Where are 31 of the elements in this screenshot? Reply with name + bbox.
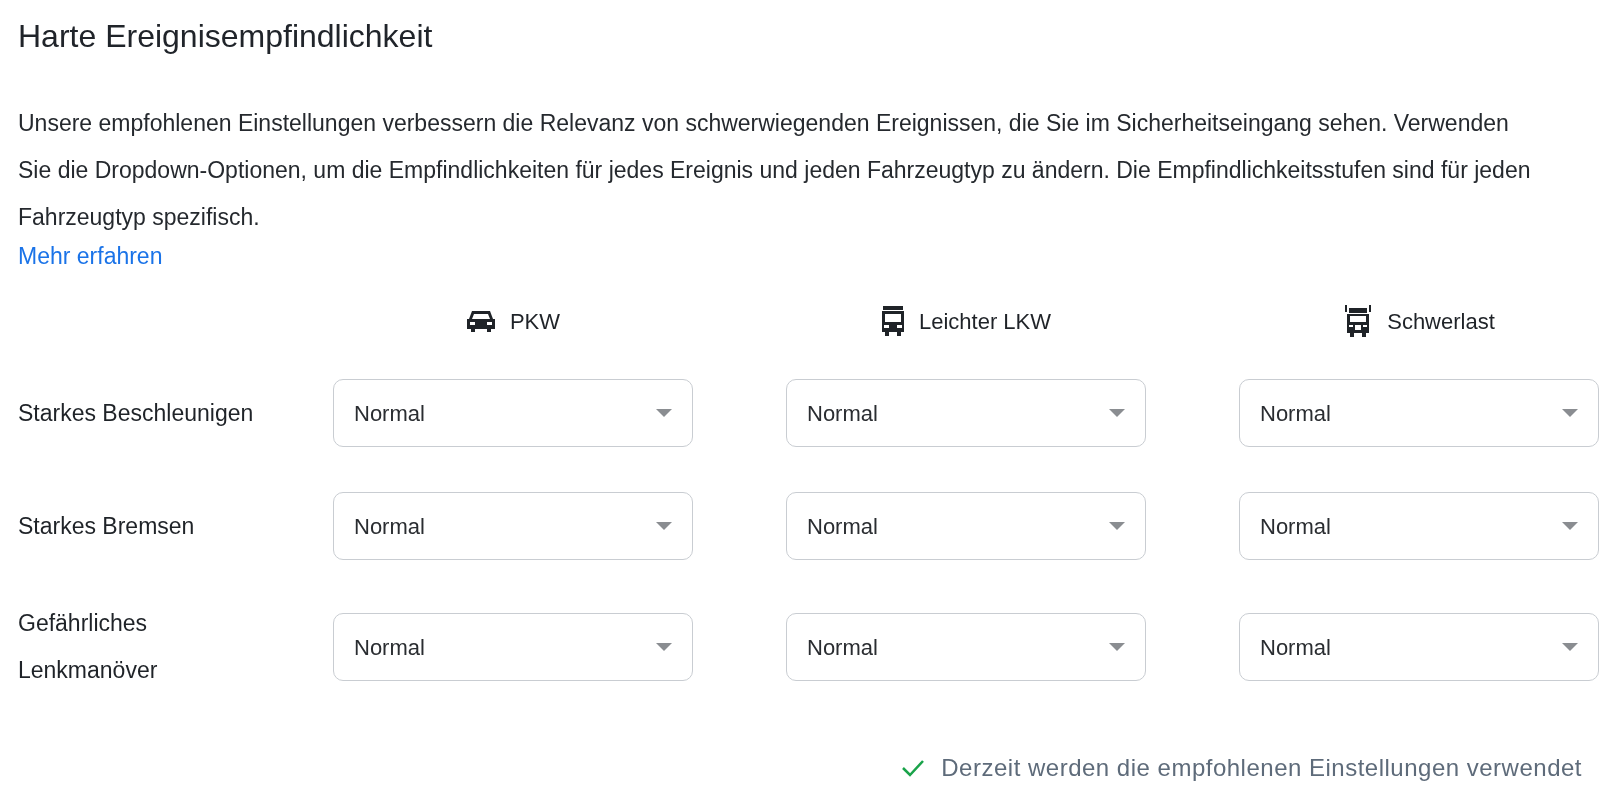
truck-icon [1343,305,1374,337]
caret-icon [1109,643,1125,651]
sensitivity-dropdown[interactable]: Normal [333,613,693,681]
sensitivity-dropdown[interactable]: Normal [333,492,693,560]
caret-icon [1562,522,1578,530]
caret-icon [656,643,672,651]
column-header: Leichter LKW [918,307,1052,336]
van-icon [880,305,905,337]
caret-icon [656,522,672,530]
car-icon [465,309,496,333]
column-header: Schwerlast [1387,307,1495,336]
row-label: Gefährliches Lenkmanöver [18,609,159,685]
sensitivity-dropdown[interactable]: Normal [1239,379,1599,447]
caret-icon [656,409,672,417]
section-title: Harte Ereignisempfindlichkeit [18,17,433,56]
sensitivity-dropdown[interactable]: Normal [1239,613,1599,681]
caret-icon [1109,409,1125,417]
caret-icon [1562,409,1578,417]
caret-icon [1109,522,1125,530]
status-message: Derzeit werden die empfohlenen Einstellungen verwendet [941,753,1582,783]
column-header: PKW [509,307,561,336]
sensitivity-dropdown[interactable]: Normal [333,379,693,447]
description: Unsere empfohlenen Einstellungen verbessern die Relevanz von schwerwiegenden Ereignissen, die Sie im Sicherheitseingang sehen. Verwenden Sie die Dropdown-Optionen, um die Empfindlichkeiten für jedes Ereignis und jeden Fahrzeugtyp zu ändern. Die Empfindlichkeitsstufen sind für jeden Fahrzeugtyp spezifisch. [18,109,1532,232]
sensitivity-dropdown[interactable]: Normal [786,613,1146,681]
sensitivity-dropdown[interactable]: Normal [1239,492,1599,560]
sensitivity-dropdown[interactable]: Normal [786,492,1146,560]
learn-more-link[interactable]: Mehr erfahren [18,241,163,271]
caret-icon [1562,643,1578,651]
row-label: Starkes Bremsen [18,511,196,541]
sensitivity-dropdown[interactable]: Normal [786,379,1146,447]
row-label: Starkes Beschleunigen [18,398,255,428]
